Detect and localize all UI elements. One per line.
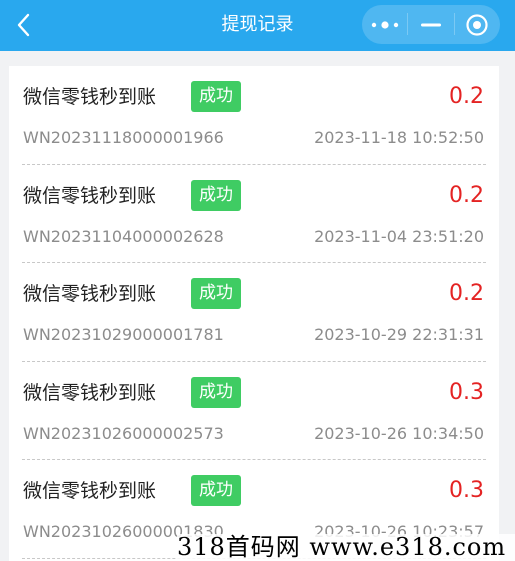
status-badge: 成功 [191, 376, 241, 408]
withdraw-method: 微信零钱秒到账 [23, 86, 157, 108]
withdraw-amount: 0.3 [449, 379, 484, 405]
order-number: WN20231026000002573 [23, 423, 224, 443]
withdraw-amount: 0.2 [449, 84, 484, 109]
list-item[interactable]: 微信零钱秒到账 成功 0.2 WN20231104000002628 2023-… [22, 165, 486, 263]
header-bar: 提现记录 [0, 0, 515, 51]
status-badge: 成功 [191, 475, 241, 506]
withdraw-time: 2023-11-04 23:51:20 [314, 226, 484, 246]
minimize-button[interactable] [408, 5, 453, 44]
status-badge: 成功 [191, 278, 241, 309]
withdraw-record-list: 微信零钱秒到账 成功 0.2 WN20231118000001966 2023-… [9, 66, 499, 561]
order-number: WN20231104000002628 [23, 226, 224, 246]
withdraw-amount: 0.2 [449, 182, 484, 208]
withdraw-method: 微信零钱秒到账 [23, 283, 157, 305]
close-button[interactable] [455, 5, 500, 44]
order-number: WN20231118000001966 [23, 128, 224, 147]
more-dots-icon [371, 20, 398, 29]
status-badge: 成功 [191, 179, 241, 211]
withdraw-method: 微信零钱秒到账 [23, 381, 157, 404]
withdraw-time: 2023-10-26 10:34:50 [314, 423, 484, 443]
status-badge: 成功 [191, 81, 241, 112]
withdraw-time: 2023-11-18 10:52:50 [314, 128, 484, 147]
list-item[interactable]: 微信零钱秒到账 成功 0.2 WN20231118000001966 2023-… [22, 66, 486, 165]
watermark-text: 318首码网 www.e318.com [177, 534, 515, 561]
minimize-icon [421, 23, 441, 26]
withdraw-time: 2023-10-29 22:31:31 [314, 325, 484, 344]
withdraw-method: 微信零钱秒到账 [23, 480, 157, 502]
list-item[interactable]: 微信零钱秒到账 成功 0.2 WN20231029000001781 2023-… [22, 263, 486, 362]
close-target-icon [466, 13, 488, 36]
withdraw-amount: 0.2 [449, 281, 484, 306]
order-number: WN20231029000001781 [23, 325, 224, 344]
mini-program-capsule [362, 5, 500, 44]
more-button[interactable] [362, 5, 407, 44]
withdraw-method: 微信零钱秒到账 [23, 184, 157, 207]
list-item[interactable]: 微信零钱秒到账 成功 0.3 WN20231026000002573 2023-… [22, 362, 486, 460]
withdraw-amount: 0.3 [449, 478, 484, 503]
